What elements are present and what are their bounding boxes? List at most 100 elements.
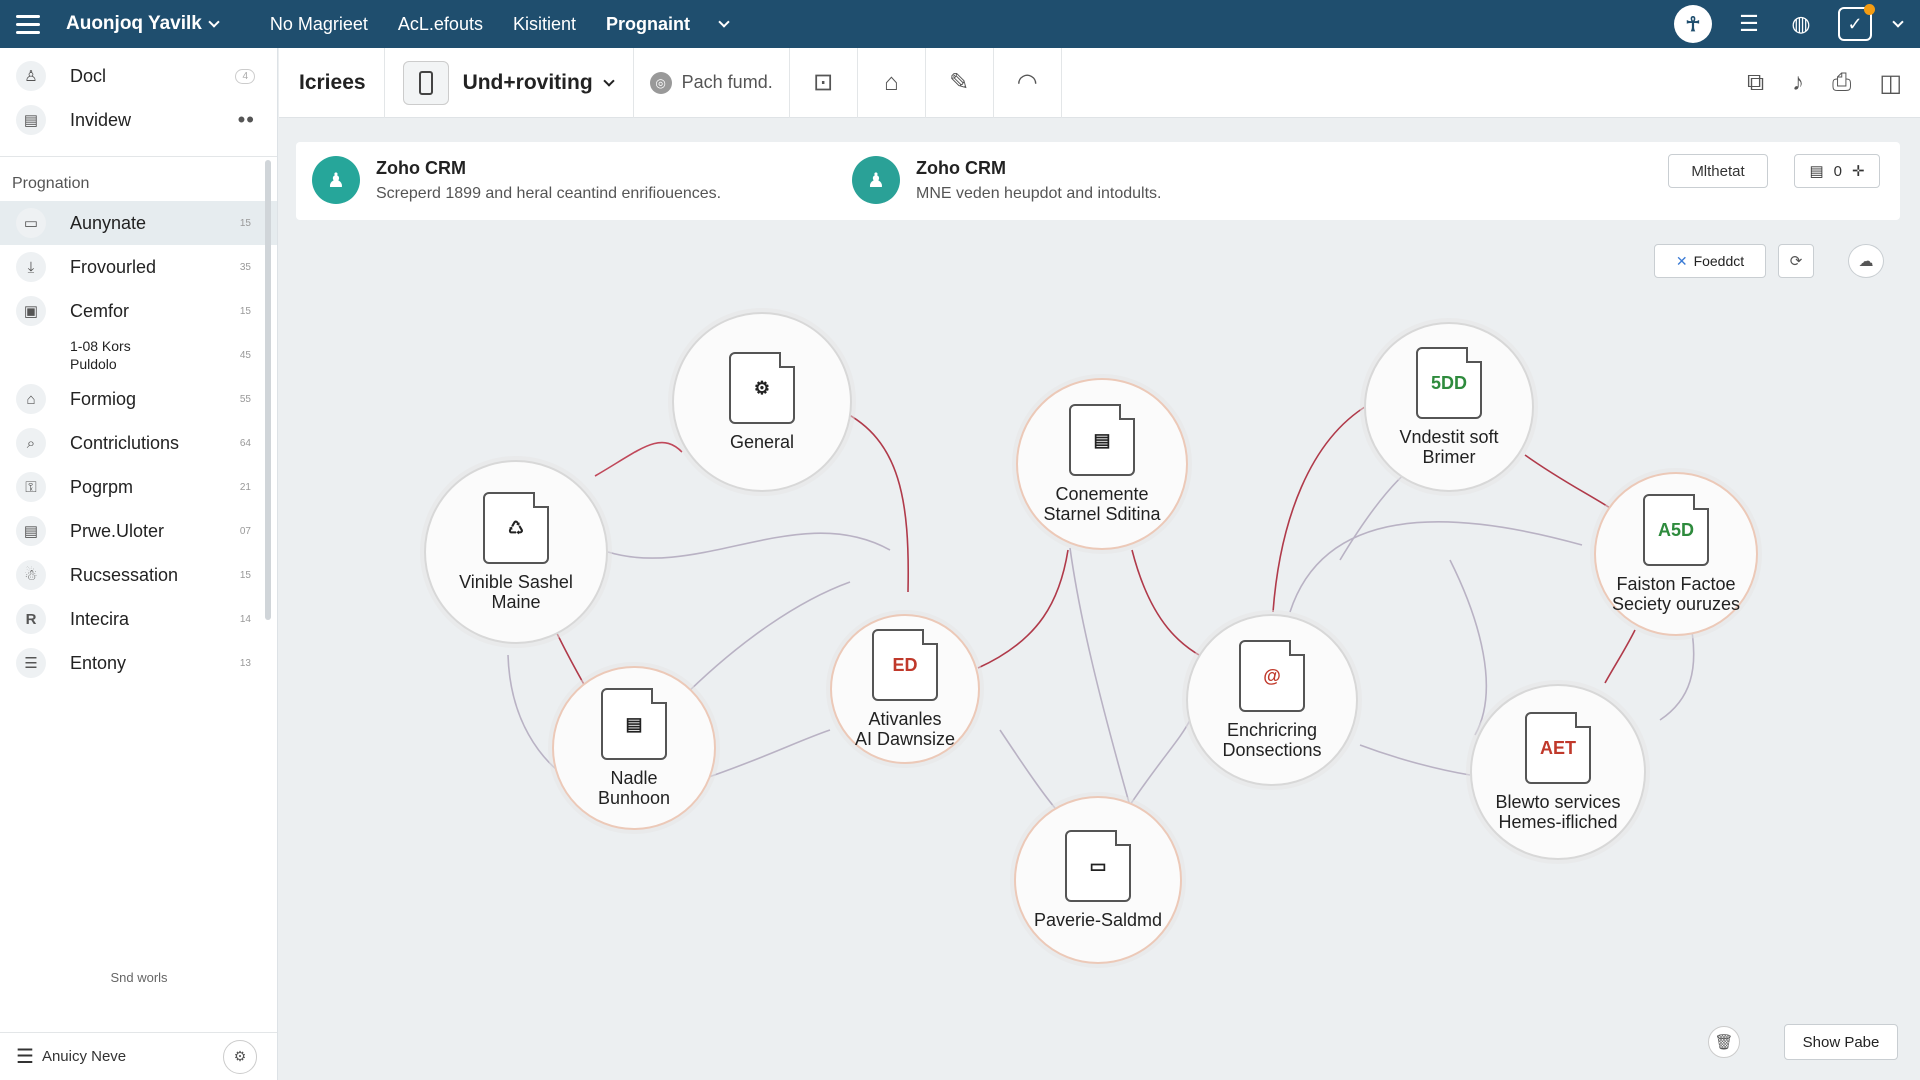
more-icon[interactable]: •• bbox=[238, 107, 255, 133]
document-icon: ED bbox=[872, 629, 938, 701]
divider bbox=[383, 47, 385, 118]
wifi-icon[interactable]: ◠ bbox=[994, 47, 1062, 118]
edge bbox=[1127, 719, 1191, 809]
add-icon: ✛ bbox=[1851, 163, 1865, 180]
sidebar-item-label: Aunynate bbox=[70, 212, 147, 233]
sidebar-item-kors[interactable]: 1-08 Kors Puldolo 45 bbox=[0, 333, 277, 377]
document-icon: ▤ bbox=[601, 688, 667, 760]
badge: 4 bbox=[235, 68, 255, 84]
edge bbox=[1604, 629, 1636, 684]
feedback-button[interactable]: ✕ Foeddct bbox=[1654, 244, 1766, 278]
phone-icon bbox=[418, 70, 433, 95]
bell-icon[interactable]: ♪ bbox=[1792, 69, 1804, 97]
settings-icon[interactable]: ⚙ bbox=[223, 1039, 257, 1074]
graph-node[interactable]: A5D Faiston Factoe Seciety ouruzes bbox=[1594, 472, 1758, 636]
item-count: 13 bbox=[239, 657, 251, 669]
graph-node[interactable]: @ Enchricring Donsections bbox=[1186, 614, 1358, 786]
sidebar-item-rucsessation[interactable]: ☃ Rucsessation 15 bbox=[0, 553, 277, 597]
method-button[interactable]: Mlthetat bbox=[1668, 154, 1768, 188]
search-label: Pach fumd. bbox=[681, 72, 773, 92]
sidebar-scrollbar[interactable] bbox=[265, 160, 271, 620]
r-icon: R bbox=[16, 604, 46, 634]
view-dropdown[interactable]: Und+roviting bbox=[463, 71, 615, 95]
graph-node[interactable]: 5DD Vndestit soft Brimer bbox=[1364, 322, 1534, 492]
sidebar-item-frovourled[interactable]: ⤓ Frovourled 35 bbox=[0, 245, 277, 289]
item-count: 35 bbox=[239, 261, 251, 273]
crm-card[interactable]: ♟ Zoho CRM MNE veden heupdot and intodul… bbox=[852, 156, 1162, 204]
sidebar-item-formiog[interactable]: ⌂ Formiog 55 bbox=[0, 377, 277, 421]
item-count: 15 bbox=[239, 217, 251, 229]
nav-item[interactable]: AcL.efouts bbox=[398, 14, 483, 35]
edge bbox=[699, 729, 831, 781]
sidebar-item-label: Formiog bbox=[70, 388, 137, 409]
notifications-icon[interactable]: ✓ bbox=[1838, 4, 1875, 41]
search-field[interactable]: ◎ Pach fumd. bbox=[649, 71, 773, 94]
refresh-icon[interactable]: ⟳ bbox=[1778, 244, 1814, 278]
graph-node[interactable]: ⚙ General bbox=[672, 312, 852, 492]
list-icon: ▤ bbox=[16, 516, 46, 546]
edge bbox=[679, 581, 851, 701]
chevron-down-icon[interactable] bbox=[1892, 16, 1904, 28]
device-toggle-button[interactable] bbox=[402, 60, 449, 105]
graph-node[interactable]: AET Blewto services Hemes-ifliched bbox=[1470, 684, 1646, 860]
trash-icon[interactable]: 🗑 bbox=[1708, 1026, 1740, 1058]
document-icon: ♺ bbox=[483, 492, 549, 564]
counter-control[interactable]: ▤ 0 ✛ bbox=[1794, 154, 1880, 188]
page-title: Icriees bbox=[299, 70, 366, 94]
graph-node[interactable]: ▭ Paverie-Saldmd bbox=[1014, 796, 1182, 964]
sidebar-item-aunynate[interactable]: ▭ Aunynate 15 bbox=[0, 201, 277, 245]
chart-icon[interactable]: ⊡ bbox=[790, 47, 858, 118]
user-icon: ♙ bbox=[16, 61, 46, 91]
pin-icon[interactable]: ✎ bbox=[926, 47, 994, 118]
nav-item-active[interactable]: Prognaint bbox=[606, 14, 690, 35]
menu-icon[interactable] bbox=[16, 6, 52, 42]
graph-node[interactable]: ▤ Nadle Bunhoon bbox=[552, 666, 716, 830]
layout-icon[interactable]: ◫ bbox=[1879, 69, 1902, 98]
sidebar-item-entony[interactable]: ☰ Entony 13 bbox=[0, 641, 277, 685]
edge bbox=[607, 532, 891, 559]
home-icon: ⌂ bbox=[16, 384, 46, 414]
share-icon[interactable]: ⧉ bbox=[1747, 69, 1764, 97]
menu-lines-icon[interactable]: ☰ bbox=[1734, 9, 1764, 39]
brand-name: Auonjoq Yavilk bbox=[66, 13, 202, 34]
brand-switcher[interactable]: Auonjoq Yavilk bbox=[66, 13, 220, 35]
notification-dot bbox=[1864, 4, 1875, 15]
show-page-button[interactable]: Show Pabe bbox=[1784, 1024, 1898, 1060]
sidebar-item-label: Cemfor bbox=[70, 300, 130, 321]
node-label: Enchricring Donsections bbox=[1222, 720, 1322, 760]
crm-title: Zoho CRM bbox=[376, 157, 466, 178]
footer-label: Anuicy Neve bbox=[41, 1048, 127, 1065]
sidebar-item-label: Invidew bbox=[70, 109, 132, 130]
nav-item[interactable]: No Magrieet bbox=[270, 14, 368, 35]
integration-bar: ♟ Zoho CRM Screperd 1899 and heral ceant… bbox=[296, 142, 1900, 220]
print-icon[interactable]: ⎙ bbox=[1832, 69, 1851, 97]
sidebar-item-pogrpm[interactable]: ⚿ Pogrpm 21 bbox=[0, 465, 277, 509]
list-icon: ▤ bbox=[1809, 163, 1824, 180]
globe-icon: ◎ bbox=[649, 71, 672, 94]
edge bbox=[1069, 547, 1131, 807]
node-label: Nadle Bunhoon bbox=[597, 768, 671, 808]
graph-node[interactable]: ♺ Vinible Sashel Maine bbox=[424, 460, 608, 644]
chevron-down-icon[interactable] bbox=[718, 16, 730, 28]
cloud-icon[interactable]: ☁ bbox=[1848, 244, 1884, 278]
sidebar-item-label: Contriclutions bbox=[70, 432, 180, 453]
edge bbox=[841, 410, 910, 593]
globe-icon[interactable]: ◍ bbox=[1786, 9, 1816, 39]
crm-card[interactable]: ♟ Zoho CRM Screperd 1899 and heral ceant… bbox=[312, 156, 721, 204]
building-icon[interactable]: ⌂ bbox=[858, 47, 926, 118]
sidebar-item-cemfor[interactable]: ▣ Cemfor 15 bbox=[0, 289, 277, 333]
sidebar-item-label: Docl bbox=[70, 65, 107, 86]
node-label: Ativanles AI Dawnsize bbox=[854, 709, 956, 749]
graph-node[interactable]: ▤ Conemente Starnel Sditina bbox=[1016, 378, 1188, 550]
sidebar-item-intecira[interactable]: R Intecira 14 bbox=[0, 597, 277, 641]
sidebar-item-prwe-uloter[interactable]: ▤ Prwe.Uloter 07 bbox=[0, 509, 277, 553]
graph-node[interactable]: ED Ativanles AI Dawnsize bbox=[830, 614, 980, 764]
sidebar-item-contriclutions[interactable]: ⌕ Contriclutions 64 bbox=[0, 421, 277, 465]
card-icon: ▤ bbox=[16, 105, 46, 135]
nav-item[interactable]: Kisitient bbox=[513, 14, 576, 35]
accessibility-icon[interactable]: ☥ bbox=[1674, 5, 1712, 43]
sidebar-footer[interactable]: ☰ Anuicy Neve ⚙ bbox=[0, 1032, 277, 1080]
sidebar-item-docl[interactable]: ♙ Docl 4 bbox=[0, 54, 277, 98]
sidebar-item-invidew[interactable]: ▤ Invidew •• bbox=[0, 98, 277, 142]
sidebar-item-label: Frovourled bbox=[70, 256, 157, 277]
